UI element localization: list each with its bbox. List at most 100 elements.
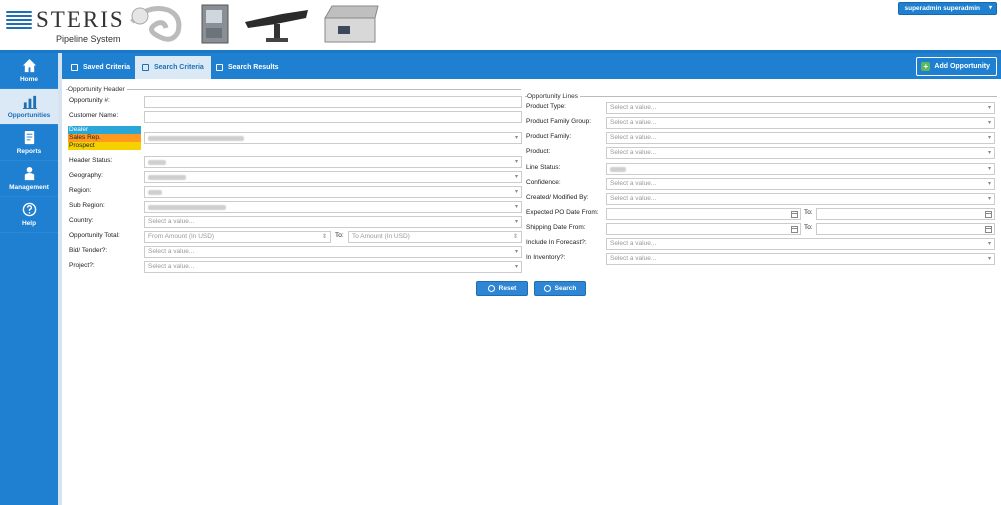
- calendar-icon[interactable]: [791, 226, 798, 233]
- chart-icon: [22, 95, 37, 109]
- opportunity-number-input[interactable]: [144, 96, 522, 108]
- add-opportunity-button[interactable]: + Add Opportunity: [916, 57, 997, 76]
- sub-region-row: Sub Region:: [62, 201, 524, 213]
- line-status-row: Line Status:: [525, 163, 997, 175]
- tab-search-criteria[interactable]: Search Criteria: [135, 56, 211, 79]
- to-amount-input[interactable]: To Amount (In USD): [348, 231, 522, 243]
- saved-icon: [71, 64, 78, 71]
- role-select[interactable]: [144, 132, 522, 144]
- top-header: STERIS Pipeline System superadmin supera…: [0, 0, 1001, 50]
- help-icon: [22, 202, 36, 217]
- created-modified-by-select[interactable]: Select a value...: [606, 193, 995, 205]
- bid-tender-label: Bid/ Tender?:: [69, 247, 108, 254]
- role-value-row: [62, 132, 524, 144]
- shipping-date-row: Shipping Date From: To:: [525, 223, 997, 235]
- sidebar-item-label: Reports: [16, 148, 42, 155]
- include-in-forecast-select[interactable]: Select a value...: [606, 238, 995, 250]
- brand-name: STERIS: [36, 7, 125, 32]
- tab-label: Saved Criteria: [83, 64, 131, 71]
- expected-po-date-row: Expected PO Date From: To:: [525, 208, 997, 220]
- created-modified-by-label: Created/ Modified By:: [526, 194, 589, 201]
- product-type-label: Product Type:: [526, 103, 566, 110]
- chevron-down-icon: ▾: [988, 5, 992, 11]
- expected-po-date-label: Expected PO Date From:: [526, 209, 599, 216]
- line-status-label: Line Status:: [526, 164, 561, 171]
- in-inventory-select[interactable]: Select a value...: [606, 253, 995, 265]
- sidebar-item-label: Opportunities: [7, 112, 51, 119]
- header-status-label: Header Status:: [69, 157, 113, 164]
- product-type-select[interactable]: Select a value...: [606, 102, 995, 114]
- product-image-table: [245, 10, 308, 42]
- geography-select[interactable]: [144, 171, 522, 183]
- opportunity-number-row: Opportunity #:: [62, 96, 524, 108]
- header-status-select[interactable]: [144, 156, 522, 168]
- product-family-group-select[interactable]: Select a value...: [606, 117, 995, 129]
- tab-search-results[interactable]: Search Results: [209, 56, 286, 79]
- include-in-forecast-label: Include In Forecast?:: [526, 239, 587, 246]
- product-type-row: Product Type: Select a value...: [525, 102, 997, 114]
- in-inventory-label: In Inventory?:: [526, 254, 566, 261]
- product-family-group-row: Product Family Group: Select a value...: [525, 117, 997, 129]
- main-content: Saved Criteria Search Criteria Search Re…: [62, 53, 1001, 505]
- search-icon: [543, 285, 551, 292]
- tab-label: Search Criteria: [154, 64, 204, 71]
- user-menu-button[interactable]: superadmin superadmin ▾: [897, 2, 997, 15]
- line-status-select[interactable]: [606, 163, 995, 175]
- sidebar-item-label: Home: [19, 76, 39, 83]
- calendar-icon[interactable]: [985, 226, 992, 233]
- shipping-date-to-input[interactable]: [816, 223, 995, 235]
- header-status-row: Header Status:: [62, 156, 524, 168]
- person-icon: [24, 166, 34, 181]
- home-icon: [22, 58, 36, 73]
- reset-label: Reset: [498, 285, 517, 292]
- product-family-select[interactable]: Select a value...: [606, 132, 995, 144]
- expected-po-date-to-input[interactable]: [816, 208, 995, 220]
- reset-button[interactable]: Reset: [476, 281, 528, 296]
- user-name: superadmin superadmin: [904, 5, 981, 12]
- region-row: Region:: [62, 186, 524, 198]
- product-select[interactable]: Select a value...: [606, 147, 995, 159]
- from-amount-input[interactable]: From Amount (In USD): [144, 231, 331, 243]
- include-in-forecast-row: Include In Forecast?: Select a value...: [525, 238, 997, 250]
- search-button[interactable]: Search: [534, 281, 586, 296]
- product-family-label: Product Family:: [526, 133, 572, 140]
- tab-saved-criteria[interactable]: Saved Criteria: [64, 56, 137, 79]
- geography-row: Geography:: [62, 171, 524, 183]
- in-inventory-row: In Inventory?: Select a value...: [525, 253, 997, 265]
- country-label: Country:: [69, 217, 94, 224]
- sub-region-select[interactable]: [144, 201, 522, 213]
- shipping-date-from-input[interactable]: [606, 223, 801, 235]
- confidence-label: Confidence:: [526, 179, 561, 186]
- region-select[interactable]: [144, 186, 522, 198]
- product-family-group-label: Product Family Group:: [526, 118, 592, 125]
- project-select[interactable]: Select a value...: [144, 261, 522, 273]
- calendar-icon[interactable]: [985, 211, 992, 218]
- sidebar-item-help[interactable]: Help: [0, 197, 58, 233]
- sidebar-item-label: Help: [21, 220, 37, 227]
- sidebar-item-label: Management: [9, 184, 49, 191]
- sub-region-label: Sub Region:: [69, 202, 105, 209]
- reset-icon: [487, 285, 495, 292]
- bid-tender-select[interactable]: Select a value...: [144, 246, 522, 258]
- to-label: To:: [804, 209, 813, 216]
- opportunity-header-legend: Opportunity Header: [68, 86, 127, 93]
- to-label: To:: [804, 224, 813, 231]
- project-label: Project?:: [69, 262, 95, 269]
- confidence-row: Confidence: Select a value...: [525, 178, 997, 190]
- header-legend-line: [66, 89, 521, 90]
- sidebar-item-opportunities[interactable]: Opportunities: [0, 89, 58, 125]
- lines-legend-line: [525, 96, 997, 97]
- confidence-select[interactable]: Select a value...: [606, 178, 995, 190]
- sidebar-item-reports[interactable]: Reports: [0, 125, 58, 161]
- calendar-icon[interactable]: [791, 211, 798, 218]
- opportunity-total-label: Opportunity Total:: [69, 232, 120, 239]
- customer-name-input[interactable]: [144, 111, 522, 123]
- opportunity-total-row: Opportunity Total: From Amount (In USD) …: [62, 231, 524, 243]
- country-select[interactable]: Select a value...: [144, 216, 522, 228]
- blurred-value: [148, 190, 162, 195]
- opportunity-number-label: Opportunity #:: [69, 97, 110, 104]
- expected-po-date-from-input[interactable]: [606, 208, 801, 220]
- product-image-light: [130, 6, 182, 42]
- sidebar-item-management[interactable]: Management: [0, 161, 58, 197]
- sidebar-item-home[interactable]: Home: [0, 53, 58, 89]
